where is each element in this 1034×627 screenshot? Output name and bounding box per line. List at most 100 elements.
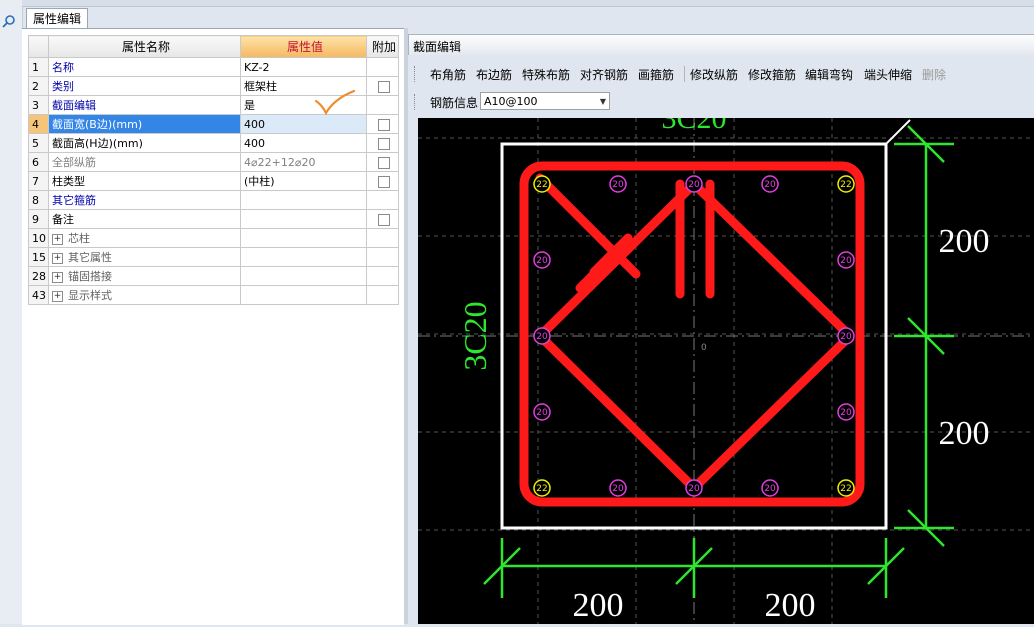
extra-cell — [366, 152, 399, 172]
property-group-name[interactable]: + 锚固搭接 — [48, 266, 241, 286]
toolbar-button-9[interactable]: 端头伸缩 — [864, 66, 912, 83]
toolbar-button-5[interactable]: 画箍筋 — [638, 66, 674, 83]
extra-checkbox[interactable] — [378, 175, 390, 188]
row-number: 9 — [28, 209, 49, 229]
section-toolbar: 布角筋 布边筋 特殊布筋 对齐钢筋 画箍筋 修改纵筋 修改箍筋 编辑弯钩 端头伸缩 删除 — [408, 62, 1034, 86]
origin-label: 0 — [701, 343, 707, 353]
section-editor-title: 截面编辑 — [413, 40, 462, 54]
left-rebar-label: 3C20 — [457, 301, 493, 370]
property-group-row[interactable]: 43 + 显示样式 — [28, 285, 399, 305]
extra-checkbox[interactable] — [378, 156, 390, 169]
property-row[interactable]: 9 备注 — [28, 209, 399, 229]
group-label: 其它属性 — [68, 251, 112, 264]
extra-cell — [366, 285, 399, 305]
chevron-down-icon[interactable]: ▼ — [600, 93, 606, 111]
property-value — [240, 247, 367, 267]
extra-checkbox[interactable] — [378, 118, 390, 131]
property-group-row[interactable]: 10 + 芯柱 — [28, 228, 399, 248]
extra-cell — [366, 190, 399, 210]
property-group-name[interactable]: + 其它属性 — [48, 247, 241, 267]
row-number: 2 — [28, 76, 49, 96]
property-group-row[interactable]: 15 + 其它属性 — [28, 247, 399, 267]
toolbar-button-6[interactable]: 修改纵筋 — [690, 66, 738, 83]
left-strip — [0, 0, 23, 624]
expand-plus-icon[interactable]: + — [52, 233, 63, 245]
property-name: 名称 — [48, 57, 241, 77]
section-drawing: 22 2222 2220 20 2020 2020 2020 2020 20 2002002002… — [418, 102, 1034, 624]
property-group-name[interactable]: + 显示样式 — [48, 285, 241, 305]
grid-header-extra[interactable]: 附加 — [366, 35, 399, 58]
property-value[interactable] — [240, 190, 367, 210]
property-name: 截面高(H边)(mm) — [48, 133, 241, 153]
property-name: 其它箍筋 — [48, 190, 241, 210]
toolbar-button-8[interactable]: 编辑弯钩 — [805, 66, 853, 83]
toolbar-button-7[interactable]: 修改箍筋 — [748, 66, 796, 83]
expand-plus-icon[interactable]: + — [52, 252, 63, 264]
grid-header-value[interactable]: 属性值 — [240, 35, 367, 58]
rebar-info-combo[interactable]: A10@100 ▼ — [480, 92, 610, 110]
leader-line — [885, 119, 911, 145]
toolbar-button-3[interactable]: 特殊布筋 — [522, 66, 570, 83]
side-rebar-label: 20 — [840, 256, 852, 266]
row-number: 5 — [28, 133, 49, 153]
toolbar-grip[interactable] — [414, 66, 417, 82]
dim-text-bottom-2: 200 — [765, 587, 816, 624]
grid-header-num — [28, 35, 49, 58]
side-rebar-label: 20 — [612, 180, 624, 190]
row-number: 3 — [28, 95, 49, 115]
toolbar-button-2[interactable]: 布边筋 — [476, 66, 512, 83]
property-row[interactable]: 8 其它箍筋 — [28, 190, 399, 210]
dim-text-right-1: 200 — [939, 223, 990, 260]
group-label: 芯柱 — [68, 232, 90, 245]
extra-cell — [366, 266, 399, 286]
property-row[interactable]: 5 截面高(H边)(mm) 400 — [28, 133, 399, 153]
property-value[interactable] — [240, 209, 367, 229]
property-row[interactable]: 6 全部纵筋 4⌀22+12⌀20 — [28, 152, 399, 172]
row-number: 4 — [28, 114, 49, 134]
property-name: 截面宽(B边)(mm) — [48, 114, 241, 134]
group-label: 锚固搭接 — [68, 270, 112, 283]
property-value[interactable]: (中柱) — [240, 171, 367, 191]
property-grid: 属性名称 属性值 附加 1 名称 KZ-2 2 类别 框架柱 3 截面编辑是 4 截面宽(B边)(… — [28, 35, 399, 305]
toolbar-button-10[interactable]: 删除 — [922, 66, 946, 83]
side-rebar-label: 20 — [840, 332, 852, 342]
extra-cell — [366, 228, 399, 248]
property-value — [240, 266, 367, 286]
extra-checkbox[interactable] — [378, 137, 390, 150]
property-row[interactable]: 1 名称 KZ-2 — [28, 57, 399, 77]
property-value[interactable]: 4⌀22+12⌀20 — [240, 152, 367, 172]
row-number: 7 — [28, 171, 49, 191]
corner-rebar-label: 22 — [536, 484, 547, 494]
row-number: 28 — [28, 266, 49, 286]
toolbar-button-1[interactable]: 布角筋 — [430, 66, 466, 83]
property-group-name[interactable]: + 芯柱 — [48, 228, 241, 248]
tab-property-edit[interactable]: 属性编辑 — [26, 8, 88, 29]
extra-checkbox[interactable] — [378, 80, 390, 93]
panel-splitter[interactable] — [404, 28, 408, 624]
group-label: 显示样式 — [68, 289, 112, 302]
property-value[interactable]: KZ-2 — [240, 57, 367, 77]
row-number: 43 — [28, 285, 49, 305]
dim-text-right-2: 200 — [939, 415, 990, 452]
extra-checkbox[interactable] — [378, 213, 390, 226]
side-rebar-label: 20 — [840, 408, 852, 418]
section-editor-titlebar: 截面编辑 — [408, 34, 1034, 55]
toolbar-button-4[interactable]: 对齐钢筋 — [580, 66, 628, 83]
expand-plus-icon[interactable]: + — [52, 271, 63, 283]
corner-rebar-label: 22 — [536, 180, 547, 190]
search-icon[interactable] — [2, 14, 16, 28]
toolbar-grip[interactable] — [414, 94, 417, 110]
section-canvas[interactable]: 22 22 22 22 20 20 20 20 20 20 20 20 20 20 20 20 0 200 200 2… — [418, 102, 1034, 624]
extra-cell — [366, 114, 399, 134]
property-name: 类别 — [48, 76, 241, 96]
property-group-row[interactable]: 28 + 锚固搭接 — [28, 266, 399, 286]
row-number: 10 — [28, 228, 49, 248]
side-rebar-label: 20 — [612, 484, 624, 494]
rebar-info-label: 钢筋信息 — [430, 96, 479, 110]
rebar-info-toolbar: 钢筋信息 A10@100 ▼ — [408, 90, 1034, 114]
property-row[interactable]: 7 柱类型 (中柱) — [28, 171, 399, 191]
expand-plus-icon[interactable]: + — [52, 290, 63, 302]
row-number: 8 — [28, 190, 49, 210]
property-value[interactable]: 400 — [240, 133, 367, 153]
grid-header-name[interactable]: 属性名称 — [48, 35, 241, 58]
